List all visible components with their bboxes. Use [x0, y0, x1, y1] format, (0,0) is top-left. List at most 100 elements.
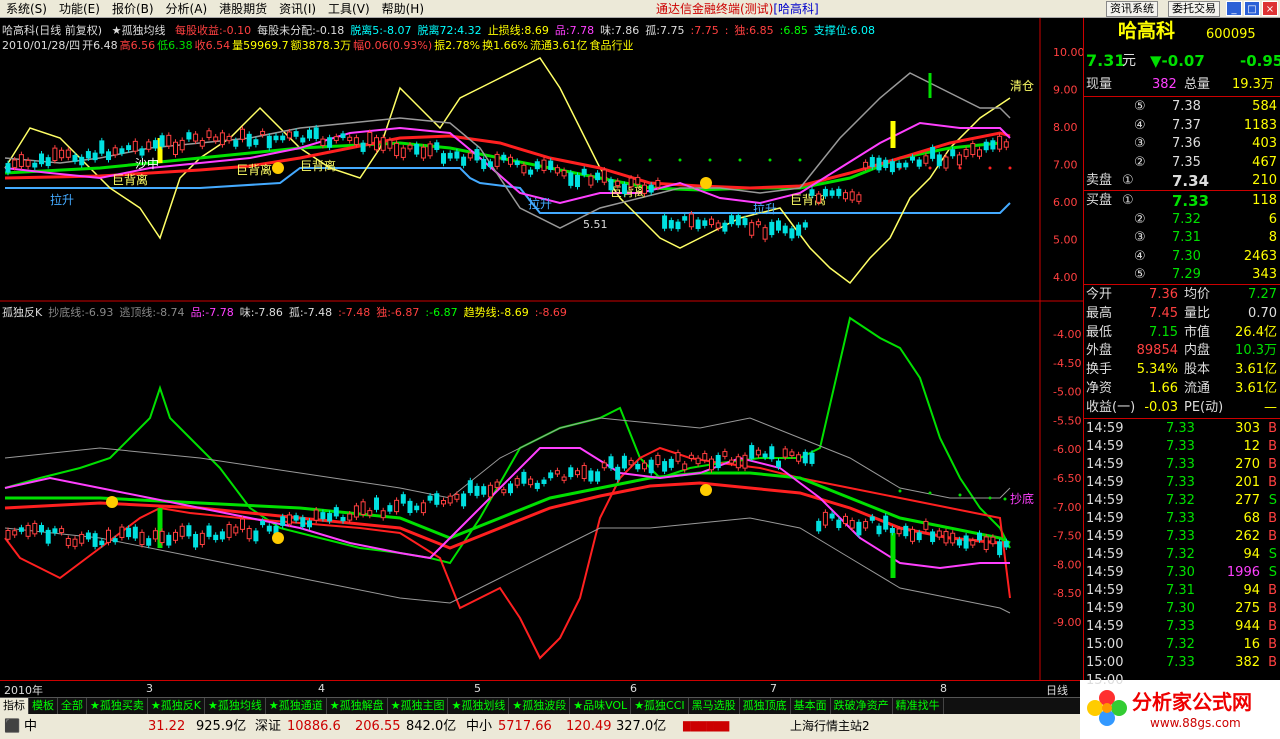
indicator-value: 孤独反K [2, 306, 43, 319]
x-axis-label: 2010年 [4, 684, 43, 697]
smiley-icon [700, 177, 712, 189]
order-level: ① [1122, 173, 1134, 188]
tick-time: 14:59 [1086, 601, 1124, 616]
y-axis-tick: -9.00 [1053, 616, 1081, 629]
candle-body [816, 520, 822, 532]
tab-11[interactable]: ★品味VOL [570, 698, 632, 714]
tick-time: 14:59 [1086, 475, 1124, 490]
tick-price: 7.33 [1166, 475, 1195, 490]
tick-price: 7.31 [1166, 583, 1195, 598]
close-icon[interactable]: × [1262, 1, 1278, 16]
stat-label: 今开 [1086, 287, 1113, 302]
candle-body [454, 493, 460, 500]
menu-tools[interactable]: 工具(V) [322, 0, 376, 18]
stat-row: 净资 1.66 流通 3.61亿 [1084, 380, 1280, 398]
minimize-icon[interactable]: _ [1226, 1, 1242, 16]
order-price: 7.38 [1172, 99, 1201, 114]
menu-system[interactable]: 系统(S) [0, 0, 53, 18]
status-bar: ⬛ 中 31.22 925.9亿 深证 10886.6 206.55 842.0… [0, 714, 1080, 739]
candle-body [112, 538, 118, 543]
candle-body [65, 537, 71, 546]
menu-hk-futures[interactable]: 港股期货 [213, 0, 273, 18]
menu-info[interactable]: 资讯(I) [273, 0, 322, 18]
y-axis-tick: -4.00 [1053, 328, 1081, 341]
order-volume: 8 [1268, 230, 1277, 245]
y-axis-tick: -7.50 [1053, 530, 1081, 543]
candle-body [534, 482, 540, 489]
candle-body [99, 540, 105, 546]
menu-analysis[interactable]: 分析(A) [160, 0, 214, 18]
tab-2[interactable]: 全部 [58, 698, 87, 714]
candle-body [487, 161, 493, 168]
tick-price: 7.32 [1166, 493, 1195, 508]
tab-17[interactable]: 精准找牛 [893, 698, 944, 714]
tick-volume: 94 [1243, 583, 1260, 598]
candle-body [186, 132, 192, 140]
chart-canvas[interactable]: 10.00 9.00 8.00 7.00 6.00 5.00 4.00 -4.00 -4.50… [0, 18, 1083, 680]
tab-8[interactable]: ★孤独主图 [388, 698, 449, 714]
tick-direction: B [1268, 457, 1277, 472]
menu-function[interactable]: 功能(E) [53, 0, 106, 18]
order-price: 7.30 [1172, 248, 1201, 264]
tab-12[interactable]: ★孤独CCI [631, 698, 689, 714]
candle-body [300, 517, 306, 527]
tab-15[interactable]: 基本面 [791, 698, 831, 714]
period-label[interactable]: 日线 [1046, 682, 1068, 698]
candle-body [45, 529, 51, 544]
stat-value: 89854 [1136, 343, 1178, 359]
indicator-value: 孤:-7.48 [288, 306, 333, 319]
tick-row: 14:59 7.33 303 B [1084, 420, 1280, 438]
sz-amount: 842.0亿 [406, 719, 457, 734]
tab-4[interactable]: ★孤独反K [148, 698, 205, 714]
candle-body [420, 146, 426, 159]
tick-row: 15:00 [1084, 672, 1280, 690]
candle-body [702, 453, 708, 461]
y-axis-tick: 4.00 [1053, 271, 1078, 284]
candle-body [353, 505, 359, 518]
tab-13[interactable]: 黑马选股 [689, 698, 740, 714]
server-label[interactable]: 上海行情主站2 [790, 714, 870, 739]
bottom-indicator-chart: 抄底 [4, 316, 1034, 660]
candle-body [769, 446, 775, 460]
candle-body [213, 534, 219, 541]
indicator-value: :-8.69 [534, 306, 567, 319]
tick-time: 14:59 [1086, 421, 1124, 436]
tick-volume: 303 [1235, 421, 1260, 436]
tab-3[interactable]: ★孤独买卖 [87, 698, 148, 714]
stat-value: 0.70 [1248, 305, 1277, 321]
candle-body [374, 137, 379, 151]
trade-button[interactable]: 委托交易 [1168, 1, 1220, 17]
input-method-icon[interactable]: ⬛ [4, 714, 20, 739]
candle-body [52, 528, 58, 534]
tab-14[interactable]: 孤独顶底 [740, 698, 791, 714]
tick-volume: 201 [1235, 475, 1260, 490]
candle-body [742, 218, 748, 226]
menu-help[interactable]: 帮助(H) [376, 0, 430, 18]
candle-body [849, 520, 855, 529]
annotation-chaodi: 抄底 [1010, 491, 1034, 506]
maximize-icon[interactable]: □ [1244, 1, 1260, 16]
order-row: ③ 7.31 8 [1084, 229, 1280, 247]
tab-1[interactable]: 模板 [29, 698, 58, 714]
candle-body [722, 222, 728, 232]
tick-volume: 94 [1243, 547, 1260, 562]
order-price: 7.34 [1172, 172, 1210, 190]
annotation-lasheng: 拉升 [753, 201, 777, 216]
tab-7[interactable]: ★孤独解盘 [327, 698, 388, 714]
candle-body [997, 135, 1003, 150]
candle-body [106, 151, 111, 161]
candle-body [662, 215, 668, 229]
chart-area[interactable]: 哈高科(日线 前复权) ★孤独均线 每股收益:-0.10 每股未分配:-0.18 脱… [0, 18, 1083, 680]
menu-quote[interactable]: 报价(B) [106, 0, 160, 18]
tick-row: 14:59 7.31 94 B [1084, 582, 1280, 600]
tab-0[interactable]: 指标 [0, 698, 29, 714]
tab-9[interactable]: ★孤独划线 [448, 698, 510, 714]
tab-6[interactable]: ★孤独通道 [266, 698, 327, 714]
candle-body [970, 540, 976, 546]
stat-row: 换手 5.34% 股本 3.61亿 [1084, 361, 1280, 379]
info-system-button[interactable]: 资讯系统 [1106, 1, 1158, 17]
tab-10[interactable]: ★孤独波段 [509, 698, 571, 714]
tab-16[interactable]: 跌破净资产 [831, 698, 893, 714]
annotation-beili: 巨背离 [300, 158, 336, 173]
tab-5[interactable]: ★孤独均线 [205, 698, 266, 714]
